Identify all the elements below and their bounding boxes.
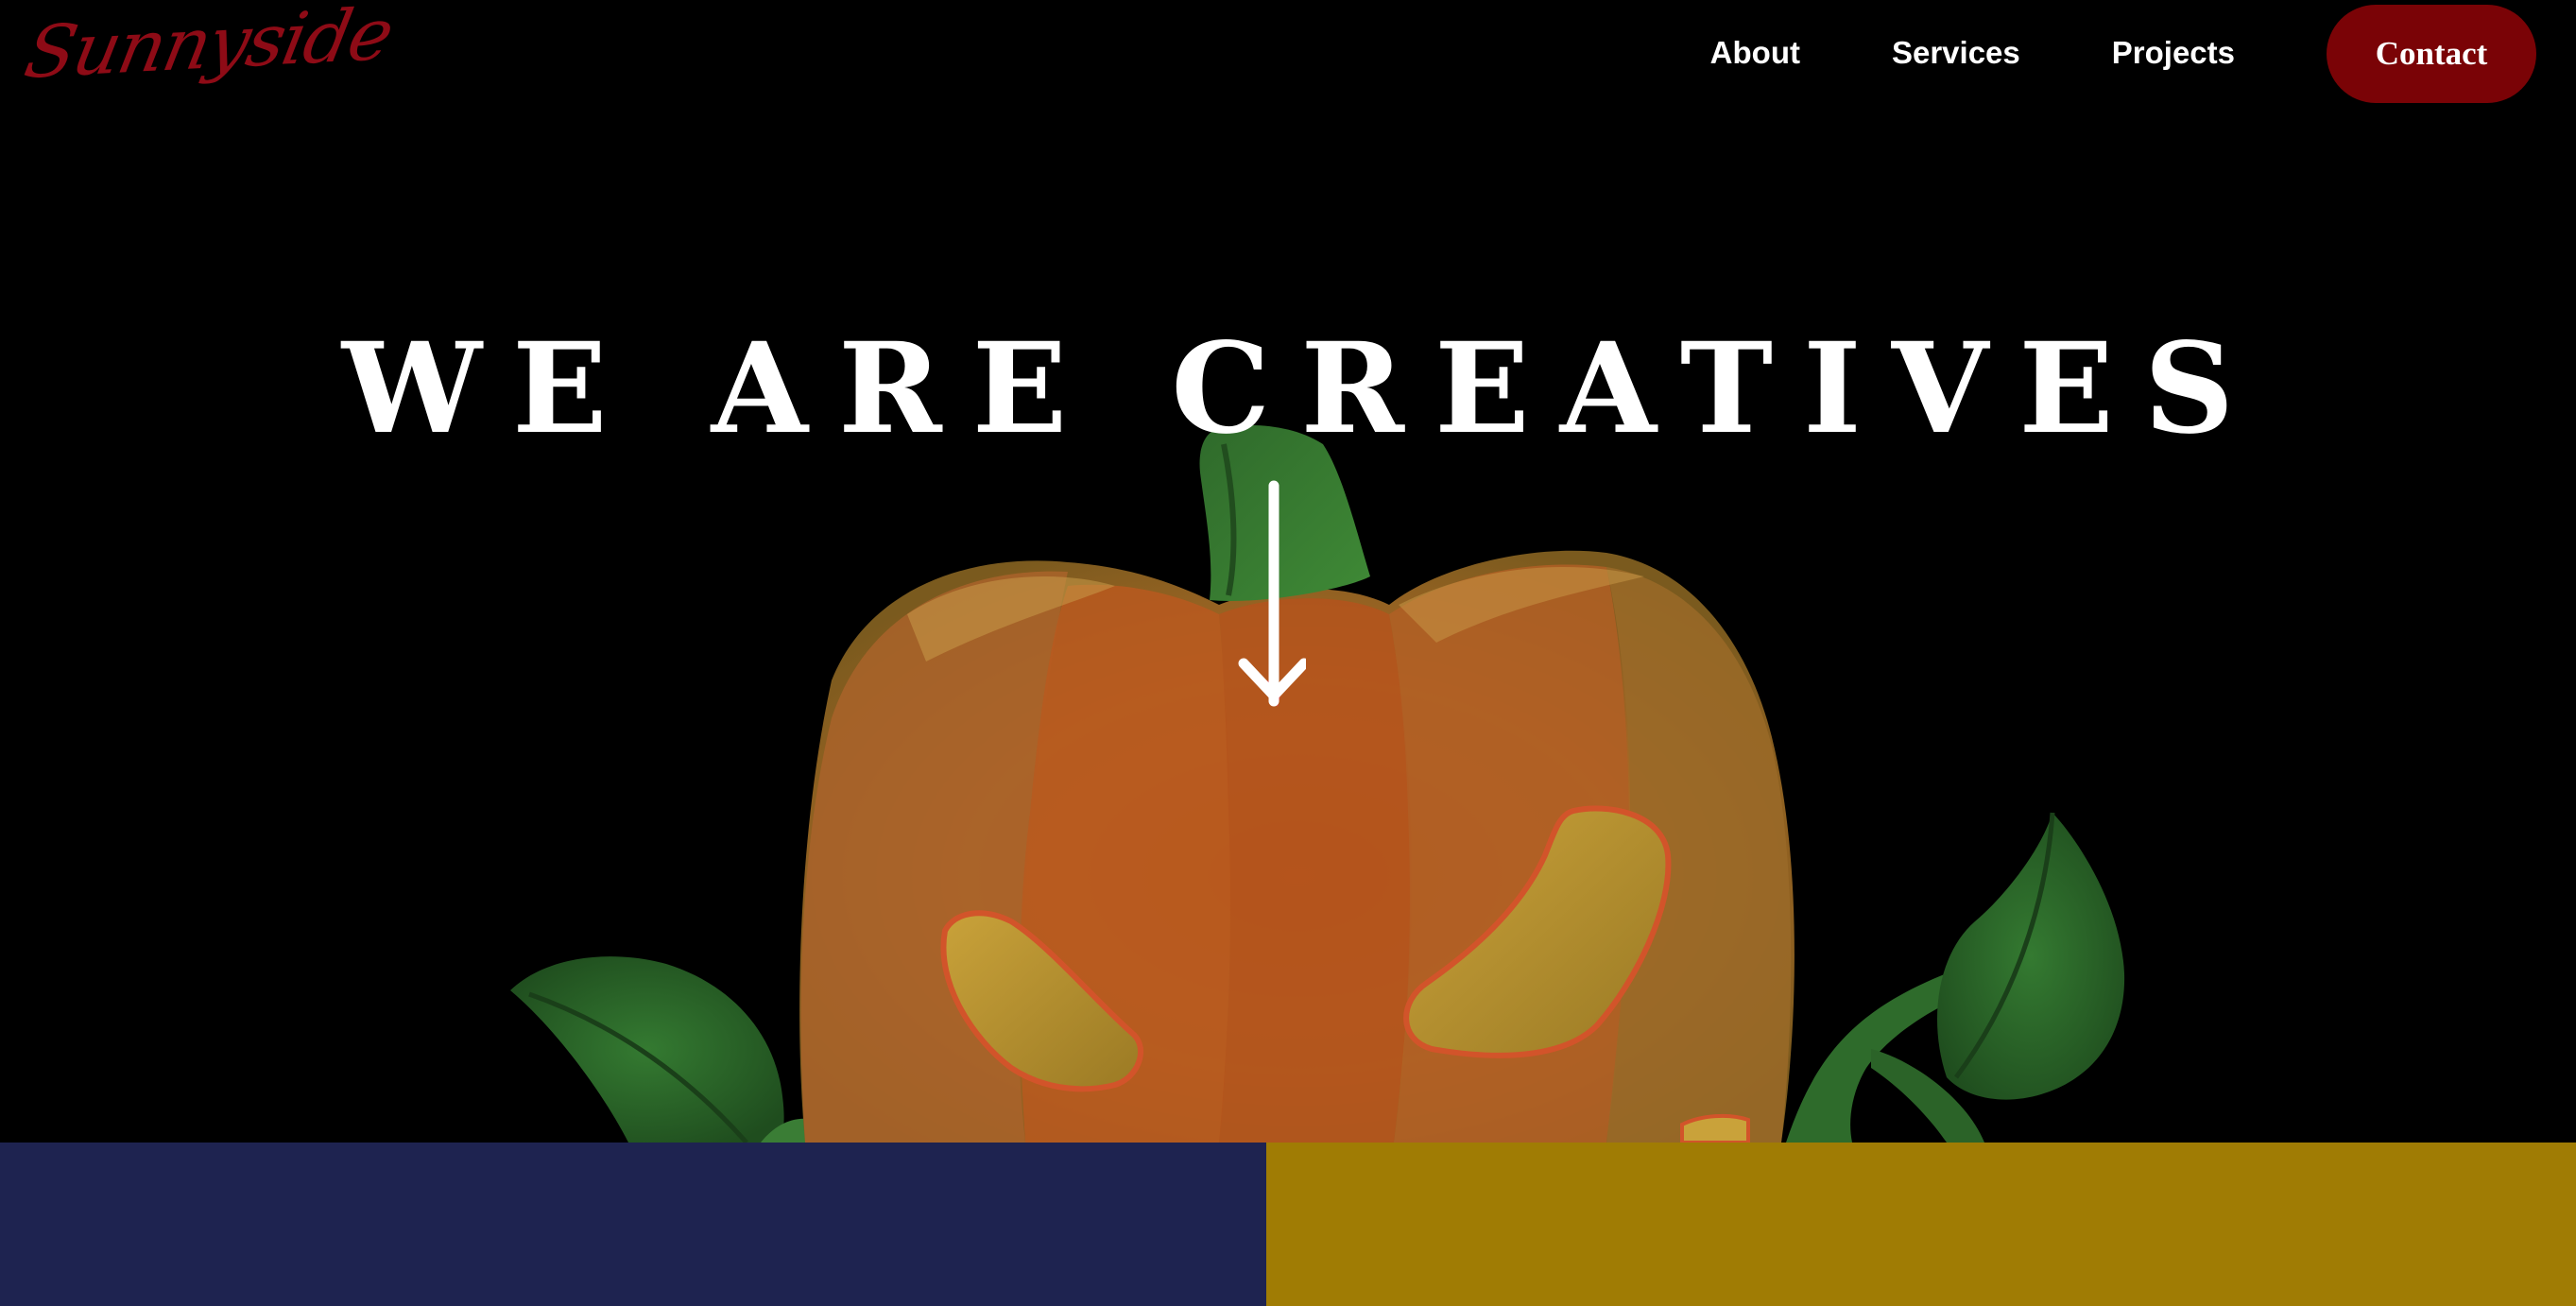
nav-link-projects[interactable]: Projects [2112,35,2235,71]
logo[interactable]: Sunnyside [18,0,399,95]
arrow-down-icon[interactable] [1230,478,1306,714]
nav-link-about[interactable]: About [1710,35,1800,71]
site-header: Sunnyside About Services Projects Contac… [0,0,2576,113]
panel-right [1266,1143,2576,1306]
nav-link-services[interactable]: Services [1892,35,2020,71]
panel-left [0,1143,1266,1306]
contact-button[interactable]: Contact [2327,5,2536,103]
hero-title: WE ARE CREATIVES [341,316,2265,463]
main-nav: About Services Projects Contact [1710,0,2576,106]
hero-section: WE ARE CREATIVES [0,0,2576,1143]
